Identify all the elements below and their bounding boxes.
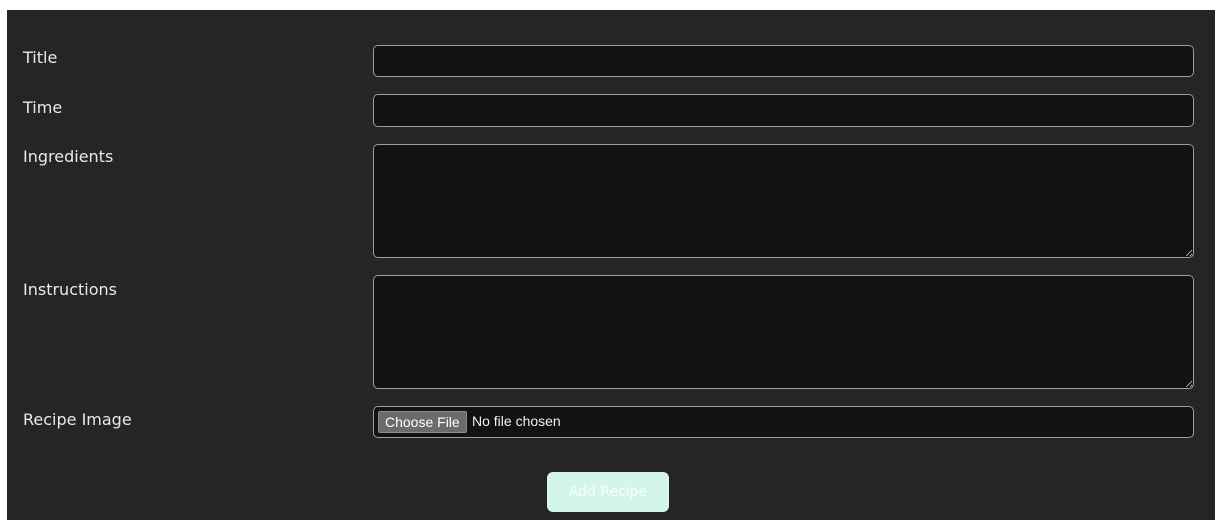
choose-file-button[interactable]: Choose File bbox=[378, 411, 467, 433]
file-status-text: No file chosen bbox=[472, 413, 561, 429]
title-label: Title bbox=[23, 48, 58, 67]
add-recipe-button[interactable]: Add Recipe bbox=[547, 472, 669, 512]
time-label: Time bbox=[23, 98, 63, 117]
time-input[interactable] bbox=[373, 94, 1194, 127]
ingredients-label: Ingredients bbox=[23, 147, 114, 166]
recipe-image-file-input[interactable]: Choose File No file chosen bbox=[373, 406, 1194, 438]
instructions-textarea[interactable] bbox=[373, 275, 1194, 389]
title-input[interactable] bbox=[373, 45, 1194, 77]
ingredients-textarea[interactable] bbox=[373, 144, 1194, 258]
recipe-form-panel bbox=[7, 10, 1215, 520]
recipe-image-label: Recipe Image bbox=[23, 410, 132, 429]
instructions-label: Instructions bbox=[23, 280, 117, 299]
